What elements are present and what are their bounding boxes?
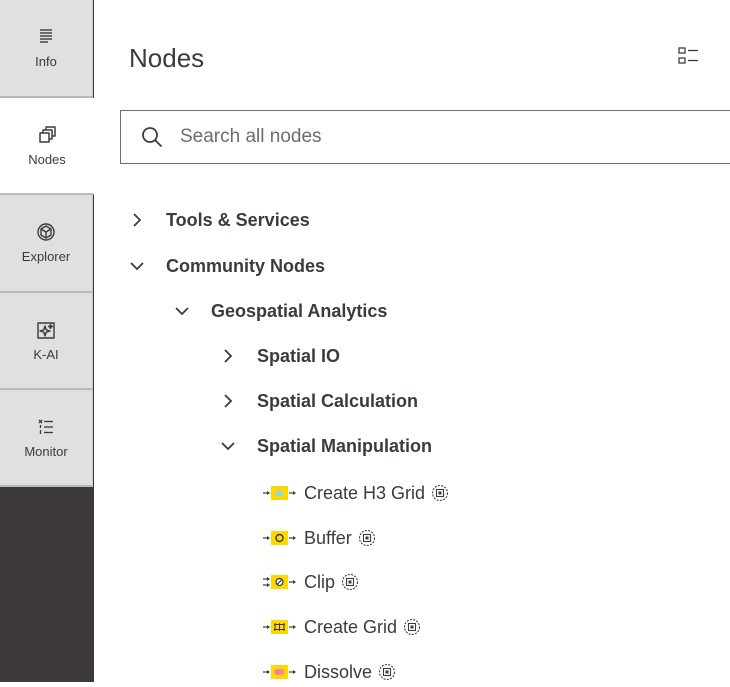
- node-item-label: Create Grid: [304, 616, 398, 637]
- node-item-create-grid[interactable]: Create Grid: [263, 612, 421, 642]
- community-extension-icon: [403, 618, 421, 636]
- node-item-label: Create H3 Grid: [304, 482, 426, 503]
- info-lines-icon: [40, 29, 52, 43]
- sidebar: Info Nodes Explorer K-AI Monitor: [0, 0, 94, 682]
- tree-group-spatial-calculation[interactable]: Spatial Calculation: [220, 386, 418, 416]
- buffer-node-icon: [263, 531, 296, 545]
- sidebar-item-label: Info: [35, 54, 57, 69]
- chevron-right-icon: [224, 394, 233, 408]
- cube-icon: [37, 223, 55, 241]
- chevron-down-icon: [175, 307, 189, 316]
- community-extension-icon: [431, 484, 449, 502]
- ai-sparkle-icon: [37, 321, 55, 339]
- tree-group-spatial-manipulation[interactable]: Spatial Manipulation: [220, 431, 432, 461]
- chevron-down-icon: [221, 442, 235, 451]
- tree-group-label: Spatial Calculation: [257, 390, 419, 411]
- chevron-down-icon: [130, 262, 144, 271]
- community-extension-icon: [378, 663, 396, 681]
- search-box: [120, 110, 730, 164]
- sidebar-item-k-ai[interactable]: K-AI: [0, 293, 93, 390]
- tree-group-label: Spatial IO: [257, 345, 341, 366]
- node-item-label: Buffer: [304, 527, 352, 548]
- node-item-dissolve[interactable]: Dissolve: [263, 657, 396, 687]
- node-item-label: Clip: [304, 571, 336, 592]
- nodes-copy-icon: [39, 125, 56, 143]
- tree-group-label: Community Nodes: [166, 255, 326, 276]
- sidebar-item-label: Nodes: [28, 151, 66, 167]
- sidebar-item-info[interactable]: Info: [0, 0, 93, 98]
- search-icon: [142, 127, 163, 148]
- tree-group-spatial-io[interactable]: Spatial IO: [220, 341, 340, 371]
- tree-group-label: Spatial Manipulation: [257, 435, 433, 456]
- chevron-right-icon: [224, 349, 233, 363]
- clip-node-icon: [263, 575, 296, 589]
- sidebar-item-label: Monitor: [24, 443, 68, 459]
- community-extension-icon: [341, 573, 359, 591]
- list-view-icon[interactable]: [676, 44, 700, 68]
- community-extension-icon: [358, 529, 375, 547]
- create-grid-node-icon: [263, 620, 296, 634]
- tree-group-label: Tools & Services: [166, 209, 310, 230]
- tree-group-community-nodes[interactable]: Community Nodes: [129, 251, 325, 281]
- chevron-right-icon: [133, 213, 142, 227]
- page-title: Nodes: [129, 43, 205, 73]
- node-item-label: Dissolve: [304, 661, 373, 682]
- tree-group-geospatial-analytics[interactable]: Geospatial Analytics: [174, 296, 387, 326]
- sidebar-item-nodes[interactable]: Nodes: [0, 98, 94, 195]
- create-h3-grid-node-icon: [263, 486, 296, 500]
- search-input[interactable]: [178, 125, 702, 149]
- sidebar-item-explorer[interactable]: Explorer: [0, 195, 93, 293]
- dissolve-node-icon: [263, 665, 296, 679]
- tree-group-tools-services[interactable]: Tools & Services: [129, 205, 310, 235]
- sidebar-item-label: Explorer: [21, 249, 71, 264]
- node-item-create-h3-grid[interactable]: Create H3 Grid: [263, 478, 449, 508]
- sidebar-item-label: K-AI: [33, 346, 59, 362]
- nodes-panel: Nodes Tools & Services Community Nodes: [94, 0, 730, 682]
- sidebar-item-monitor[interactable]: Monitor: [0, 390, 93, 487]
- node-item-clip[interactable]: Clip: [263, 567, 359, 597]
- tree-group-label: Geospatial Analytics: [211, 300, 388, 321]
- node-item-buffer[interactable]: Buffer: [263, 523, 376, 553]
- monitor-list-icon: [38, 419, 53, 434]
